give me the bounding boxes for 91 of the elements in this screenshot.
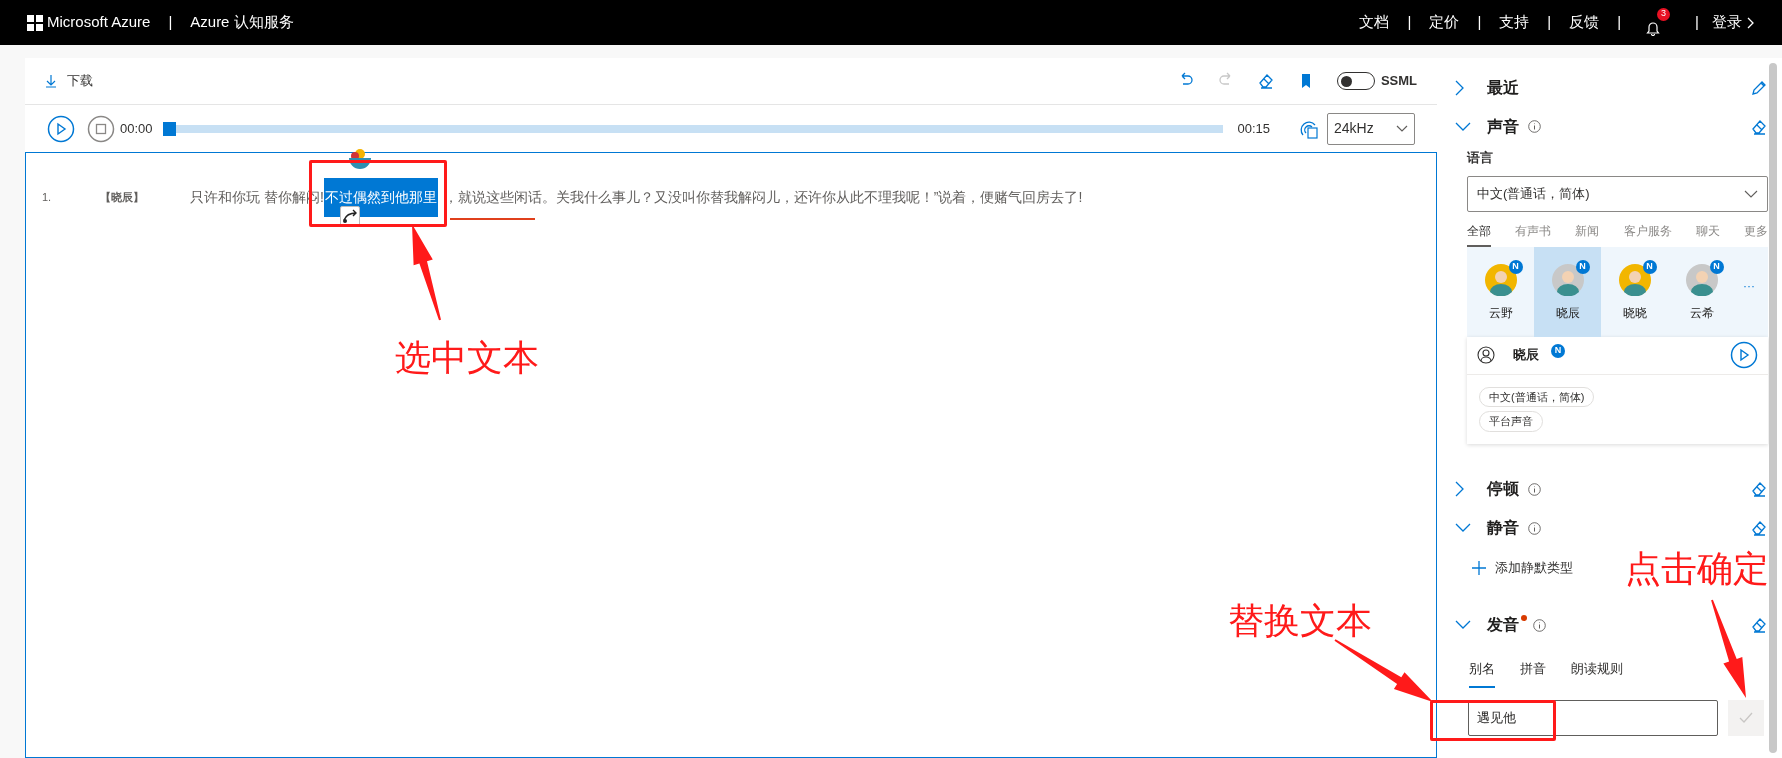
login-link[interactable]: 登录 — [1712, 11, 1755, 34]
annotation-label: 点击确定 — [1625, 551, 1769, 587]
play-icon — [47, 114, 75, 143]
chevron-right-icon — [1455, 481, 1465, 497]
bowl-icon — [348, 147, 372, 171]
sample-rate-dropdown[interactable]: 24kHz — [1327, 112, 1415, 145]
stop-button[interactable] — [87, 114, 115, 143]
avatar-icon — [1484, 263, 1517, 296]
field-label: 语言 — [1467, 149, 1494, 167]
separator-text: | — [1547, 12, 1552, 33]
download-button[interactable]: 下载 — [45, 71, 93, 91]
clear-button[interactable] — [1750, 480, 1768, 498]
clear-button[interactable] — [1750, 519, 1768, 537]
checkmark-icon — [1739, 712, 1753, 724]
new-badge: N — [1508, 259, 1523, 274]
separator-text: | — [168, 12, 173, 33]
new-badge: N — [1709, 259, 1724, 274]
avatar-icon — [1551, 263, 1584, 296]
chevron-right-icon — [1455, 79, 1465, 96]
chevron-right-icon — [1747, 16, 1755, 29]
brand-link[interactable]: Microsoft Azure — [47, 11, 151, 34]
voice-card[interactable]: N 云希 — [1668, 246, 1735, 337]
windows-logo-icon — [27, 14, 43, 31]
new-badge: N — [1642, 259, 1657, 274]
preview-button[interactable] — [1730, 341, 1758, 369]
notification-button[interactable]: 3 — [1644, 7, 1673, 38]
section-title: 发音 — [1487, 613, 1519, 637]
separator-text: | — [1617, 12, 1622, 33]
time-label: 00:15 — [1237, 119, 1271, 138]
avatar-icon — [1685, 263, 1718, 296]
play-button[interactable] — [47, 114, 75, 143]
nav-link[interactable]: 支持 — [1494, 11, 1535, 34]
section-title: 声音 — [1487, 116, 1519, 137]
line-number: 1. — [41, 190, 53, 206]
translate-button[interactable] — [340, 206, 360, 226]
progress-thumb[interactable] — [162, 121, 176, 136]
plus-icon — [1471, 559, 1487, 576]
pronunciation-tab[interactable]: 拼音 — [1520, 658, 1546, 688]
selected-text: 不过偶然到他那里 — [323, 178, 438, 217]
category-tab[interactable]: 新闻 — [1575, 221, 1600, 247]
chevron-down-icon — [1396, 124, 1408, 133]
voice-card[interactable]: N 晓晓 — [1601, 246, 1668, 337]
category-tab[interactable]: 更多 — [1743, 221, 1768, 247]
new-badge: N — [1575, 259, 1590, 274]
category-tab[interactable]: 有声书 — [1515, 221, 1552, 247]
eraser-icon — [1750, 616, 1768, 634]
clear-button[interactable] — [1750, 616, 1768, 634]
translate-icon — [341, 207, 359, 225]
ssml-toggle[interactable]: SSML — [1336, 71, 1417, 91]
voice-card[interactable]: N 晓辰 — [1534, 246, 1601, 337]
annotation-label: 替换文本 — [1228, 603, 1372, 639]
language-dropdown[interactable]: 中文(普通话，简体) — [1467, 175, 1768, 212]
speaker-label: 【晓辰】 — [100, 190, 145, 206]
new-badge: N — [1551, 344, 1565, 358]
chevron-down-icon — [1455, 523, 1471, 533]
chevron-down-icon — [1455, 121, 1471, 132]
nav-link[interactable]: 文档 — [1354, 11, 1395, 34]
pronunciation-tab[interactable]: 别名 — [1469, 658, 1495, 688]
bell-icon — [1646, 19, 1661, 36]
section-title: 最近 — [1487, 77, 1519, 98]
play-icon — [1730, 341, 1758, 369]
download-icon — [45, 74, 57, 88]
alias-input[interactable]: 遇见他 — [1468, 700, 1718, 736]
separator-text: | — [1407, 12, 1412, 33]
product-link[interactable]: Azure 认知服务 — [190, 11, 294, 34]
sentence-text: ，就说这些闲话。关我什么事儿？又没叫你替我解闷儿，还许你从此不理我呢！”说着，便赌气回房去了! — [443, 188, 1083, 207]
eraser-icon — [1750, 480, 1768, 498]
section-title: 停顿 — [1487, 479, 1519, 499]
progress-track[interactable] — [162, 121, 1223, 136]
add-silence-button[interactable]: 添加静默类型 — [1471, 547, 1573, 588]
notification-badge: 3 — [1657, 7, 1671, 21]
pronunciation-tab[interactable]: 朗读规则 — [1571, 658, 1623, 688]
chevron-down-icon — [1744, 189, 1758, 198]
stop-icon — [87, 114, 115, 143]
more-button[interactable]: ··· — [1743, 276, 1755, 293]
annotation-label: 选中文本 — [395, 340, 539, 376]
chevron-down-icon — [1455, 620, 1471, 630]
category-tab[interactable]: 客户服务 — [1623, 221, 1672, 247]
category-tab[interactable]: 聊天 — [1695, 221, 1720, 247]
nav-link[interactable]: 定价 — [1424, 11, 1465, 34]
voice-name: 晓辰 — [1513, 346, 1539, 365]
scrollbar[interactable] — [1769, 63, 1777, 753]
avatar-icon — [1618, 263, 1651, 296]
time-label: 00:00 — [120, 119, 153, 138]
nav-link[interactable]: 反馈 — [1564, 11, 1605, 34]
separator-text: | — [1695, 12, 1699, 33]
section-title: 静音 — [1487, 518, 1519, 538]
voice-card[interactable]: N 云野 — [1467, 246, 1534, 337]
person-icon — [1477, 346, 1495, 364]
separator-text: | — [1477, 12, 1482, 33]
eraser-icon — [1750, 519, 1768, 537]
